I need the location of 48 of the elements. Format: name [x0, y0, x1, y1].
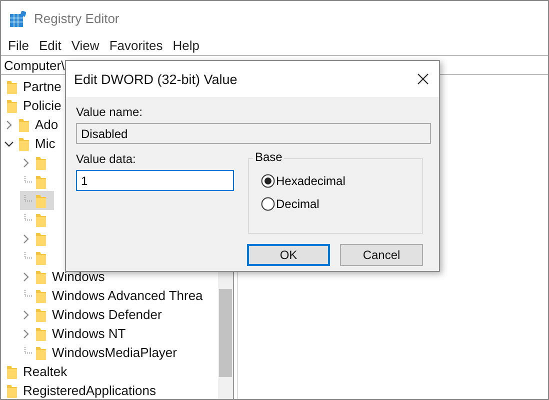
registry-grid-icon [10, 10, 26, 26]
menu-item[interactable]: File [4, 38, 33, 53]
radio-icon[interactable] [261, 174, 275, 188]
folder-icon [36, 308, 46, 322]
value-name-field[interactable]: Disabled [76, 123, 431, 144]
folder-icon [36, 250, 46, 264]
folder-icon [7, 80, 17, 94]
tree-item[interactable]: RegisteredApplications [7, 381, 158, 399]
window-title: Registry Editor [34, 11, 120, 26]
folder-icon [19, 118, 29, 132]
folder-icon [36, 270, 46, 284]
radio-icon[interactable] [261, 196, 275, 210]
folder-icon [36, 194, 46, 208]
menu-item[interactable]: View [67, 38, 104, 53]
field-label: Value data: [76, 152, 137, 166]
tree-item[interactable]: Partne [7, 77, 64, 96]
menu-item[interactable]: Favorites [105, 38, 167, 53]
tree-item[interactable]: Mic [3, 134, 58, 153]
folder-icon [36, 326, 46, 340]
folder-icon [7, 384, 17, 398]
group-label: Base [253, 150, 284, 164]
tree-item[interactable]: Ado [3, 115, 60, 134]
field-label: Value name: [76, 105, 144, 119]
dialog-button[interactable]: OK [247, 244, 330, 266]
folder-icon [36, 174, 46, 188]
close-icon[interactable] [417, 73, 429, 85]
folder-icon [36, 232, 46, 246]
folder-icon [36, 212, 46, 226]
folder-icon [19, 136, 29, 150]
value-data-field[interactable]: 1 [76, 170, 234, 191]
radio-option[interactable]: Decimal [261, 194, 422, 213]
tree-item[interactable]: WindowsMediaPlayer [20, 343, 179, 362]
tree-item[interactable]: Windows Advanced Threa [20, 286, 205, 305]
radio-option[interactable]: Hexadecimal [261, 171, 422, 190]
folder-icon [7, 364, 17, 378]
scrollbar-thumb[interactable] [219, 289, 232, 377]
menu-item[interactable]: Help [168, 38, 204, 53]
tree-item[interactable]: Policie [7, 96, 64, 115]
folder-icon [7, 98, 17, 112]
folder-icon [36, 288, 46, 302]
folder-icon [36, 156, 46, 170]
tree-item[interactable]: Windows NT [20, 324, 128, 343]
tree-item[interactable]: Windows [20, 267, 107, 286]
folder-icon [36, 346, 46, 360]
menu-item[interactable]: Edit [34, 38, 66, 53]
dialog-button[interactable]: Cancel [340, 244, 423, 266]
tree-item[interactable]: Realtek [7, 362, 70, 381]
tree-item[interactable]: Windows Defender [20, 305, 164, 324]
